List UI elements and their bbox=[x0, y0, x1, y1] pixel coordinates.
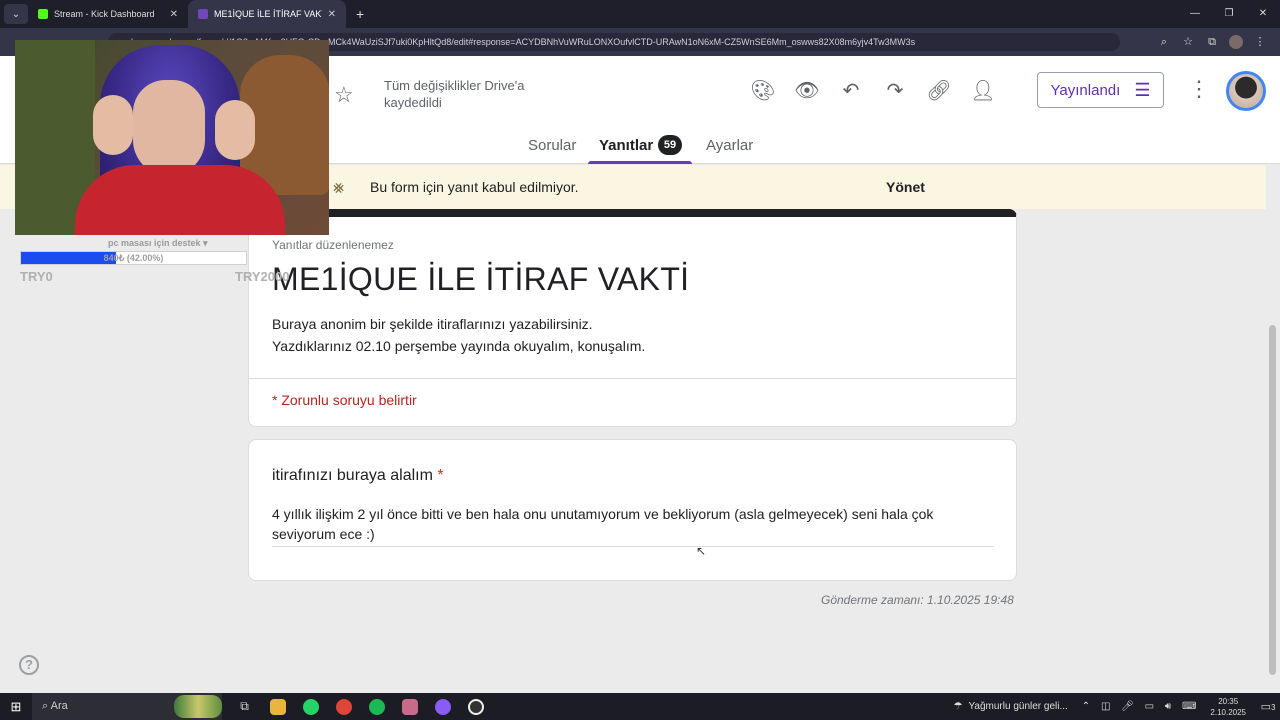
tab-title: Stream - Kick Dashboard bbox=[54, 9, 155, 19]
help-icon[interactable]: ? bbox=[19, 655, 39, 675]
profile-avatar[interactable] bbox=[1229, 35, 1243, 49]
toolbar-icons: ⌕ ☆ ⧉ ⋮ bbox=[1152, 28, 1272, 56]
system-tray: ☂ Yağmurlu günler geli... ⌃ ◫ 🎤︎ ▭ 🔊︎ ⌨ … bbox=[954, 693, 1280, 720]
add-collaborator-icon[interactable]: 👤︎ bbox=[970, 78, 996, 104]
chrome-icon[interactable] bbox=[327, 693, 360, 720]
star-icon[interactable]: ☆ bbox=[334, 82, 354, 108]
save-status: Tüm değişiklikler Drive'a kaydedildi bbox=[384, 78, 525, 110]
browser-menu-icon[interactable]: ⋮ bbox=[1248, 28, 1272, 56]
account-avatar[interactable] bbox=[1226, 71, 1266, 111]
restore-icon[interactable]: ❐ bbox=[1212, 0, 1246, 28]
streamer-hand bbox=[93, 95, 133, 155]
more-options-icon[interactable]: ⋮ bbox=[1188, 76, 1210, 102]
question-card: itirafınızı buraya alalım * 4 yıllık ili… bbox=[248, 439, 1017, 581]
obs-icon[interactable] bbox=[459, 693, 492, 720]
divider bbox=[249, 378, 1016, 379]
minimize-icon[interactable]: — bbox=[1178, 0, 1212, 28]
tab-responses[interactable]: Yanıtlar bbox=[599, 137, 653, 154]
search-label: Ara bbox=[50, 700, 68, 712]
description-line: Yazdıklarınız 02.10 perşembe yayında oku… bbox=[272, 338, 646, 354]
close-tab-icon[interactable]: ✕ bbox=[170, 9, 178, 20]
publish-settings-icon: ☰ bbox=[1134, 79, 1151, 100]
description-line: Buraya anonim bir şekilde itiraflarınızı… bbox=[272, 316, 593, 332]
link-icon[interactable]: 🔗︎ bbox=[926, 78, 952, 104]
responses-off-icon: ⨳ bbox=[333, 177, 345, 197]
form-title-card: Yanıtlar düzenlenemez ME1İQUE İLE İTİRAF… bbox=[248, 209, 1017, 427]
zoom-icon[interactable]: ⌕ bbox=[1152, 28, 1176, 56]
browser-tab-bar: ⌄ Stream - Kick Dashboard ✕ ME1İQUE İLE … bbox=[0, 0, 1280, 28]
taskbar: ⊞ ⌕ Ara ⧉ ☂ Yağmurlu günler geli... ⌃ ◫ … bbox=[0, 693, 1280, 720]
answer-text: 4 yıllık ilişkim 2 yıl önce bitti ve ben… bbox=[272, 504, 994, 547]
published-button[interactable]: Yayınlandı ☰ bbox=[1037, 72, 1164, 108]
tab-google-form[interactable]: ME1İQUE İLE İTİRAF VAKTİ - Go ✕ bbox=[188, 0, 346, 28]
question-title: itirafınızı buraya alalım * bbox=[272, 467, 444, 485]
streamer-hand bbox=[215, 100, 255, 160]
kick-icon bbox=[38, 9, 48, 19]
tab-settings[interactable]: Ayarlar bbox=[706, 137, 753, 154]
search-highlight-art bbox=[174, 695, 222, 718]
tab-search-button[interactable]: ⌄ bbox=[4, 4, 28, 24]
banner-text: Bu form için yanıt kabul edilmiyor. bbox=[370, 179, 579, 195]
tab-kick-dashboard[interactable]: Stream - Kick Dashboard ✕ bbox=[28, 0, 188, 28]
notifications-icon[interactable]: ▭3 bbox=[1256, 700, 1280, 713]
spotify-icon[interactable] bbox=[360, 693, 393, 720]
close-tab-icon[interactable]: ✕ bbox=[328, 9, 336, 20]
extensions-icon[interactable]: ⧉ bbox=[1200, 28, 1224, 56]
task-view-icon[interactable]: ⧉ bbox=[228, 693, 261, 720]
donation-goal-title: pc masası için destek ▾ bbox=[108, 238, 208, 248]
scrollbar[interactable] bbox=[1266, 165, 1280, 693]
windows-start-icon[interactable]: ⊞ bbox=[0, 699, 32, 715]
preview-eye-icon[interactable]: 👁︎ bbox=[794, 78, 820, 104]
tab-questions[interactable]: Sorular bbox=[528, 137, 576, 154]
tab-title: ME1İQUE İLE İTİRAF VAKTİ - Go bbox=[214, 9, 322, 19]
bookmark-star-icon[interactable]: ☆ bbox=[1176, 28, 1200, 56]
taskbar-apps: ⧉ bbox=[228, 693, 492, 720]
clock[interactable]: 20:35 2.10.2025 bbox=[1210, 696, 1246, 718]
taskbar-search[interactable]: ⌕ Ara bbox=[32, 693, 222, 720]
donation-progress-bar: 840₺ (42.00%) bbox=[20, 251, 247, 265]
donation-goal-max: TRY2000 bbox=[235, 269, 290, 284]
question-label: itirafınızı buraya alalım bbox=[272, 467, 433, 484]
donation-progress-text: 840₺ (42.00%) bbox=[103, 253, 164, 263]
streamer-face bbox=[133, 80, 205, 176]
clock-date: 2.10.2025 bbox=[1210, 707, 1246, 717]
required-asterisk: * bbox=[437, 467, 444, 484]
forms-icon bbox=[198, 9, 208, 19]
window-controls: — ❐ ✕ bbox=[1178, 0, 1280, 28]
weather-text: Yağmurlu günler geli... bbox=[968, 701, 1068, 712]
palette-icon[interactable]: 🎨︎ bbox=[750, 78, 776, 104]
form-title: ME1İQUE İLE İTİRAF VAKTİ bbox=[272, 261, 690, 297]
undo-icon[interactable]: ↶ bbox=[838, 78, 864, 104]
form-description: Buraya anonim bir şekilde itiraflarınızı… bbox=[272, 313, 645, 357]
scrollbar-thumb[interactable] bbox=[1269, 325, 1276, 675]
app-icon[interactable] bbox=[393, 693, 426, 720]
manage-button[interactable]: Yönet bbox=[886, 179, 925, 195]
published-label: Yayınlandı bbox=[1050, 81, 1121, 99]
submitted-time: Gönderme zamanı: 1.10.2025 19:48 bbox=[821, 593, 1014, 607]
mouse-cursor-icon: ↖ bbox=[696, 544, 707, 558]
notification-count: 3 bbox=[1270, 703, 1276, 712]
new-tab-icon[interactable]: + bbox=[356, 6, 364, 22]
webcam-overlay bbox=[15, 40, 329, 235]
clock-time: 20:35 bbox=[1218, 696, 1239, 706]
no-edit-note: Yanıtlar düzenlenemez bbox=[272, 238, 394, 252]
rain-icon: ☂ bbox=[953, 701, 963, 712]
donation-goal-min: TRY0 bbox=[20, 269, 53, 284]
whatsapp-icon[interactable] bbox=[294, 693, 327, 720]
file-explorer-icon[interactable] bbox=[261, 693, 294, 720]
weather-widget[interactable]: ☂ Yağmurlu günler geli... bbox=[954, 701, 1068, 712]
header-actions: 🎨︎ 👁︎ ↶ ↷ 🔗︎ 👤︎ bbox=[750, 78, 996, 104]
tray-icons[interactable]: ⌃ ◫ 🎤︎ ▭ 🔊︎ ⌨ bbox=[1082, 701, 1201, 712]
required-note: * Zorunlu soruyu belirtir bbox=[272, 392, 417, 408]
redo-icon[interactable]: ↷ bbox=[882, 78, 908, 104]
responses-count-badge: 59 bbox=[658, 135, 682, 155]
close-window-icon[interactable]: ✕ bbox=[1246, 0, 1280, 28]
notification-glyph: ▭ bbox=[1260, 701, 1271, 713]
messenger-icon[interactable] bbox=[426, 693, 459, 720]
search-icon: ⌕ bbox=[42, 700, 51, 712]
active-tab-indicator bbox=[588, 161, 692, 164]
streamer-body bbox=[75, 165, 285, 235]
